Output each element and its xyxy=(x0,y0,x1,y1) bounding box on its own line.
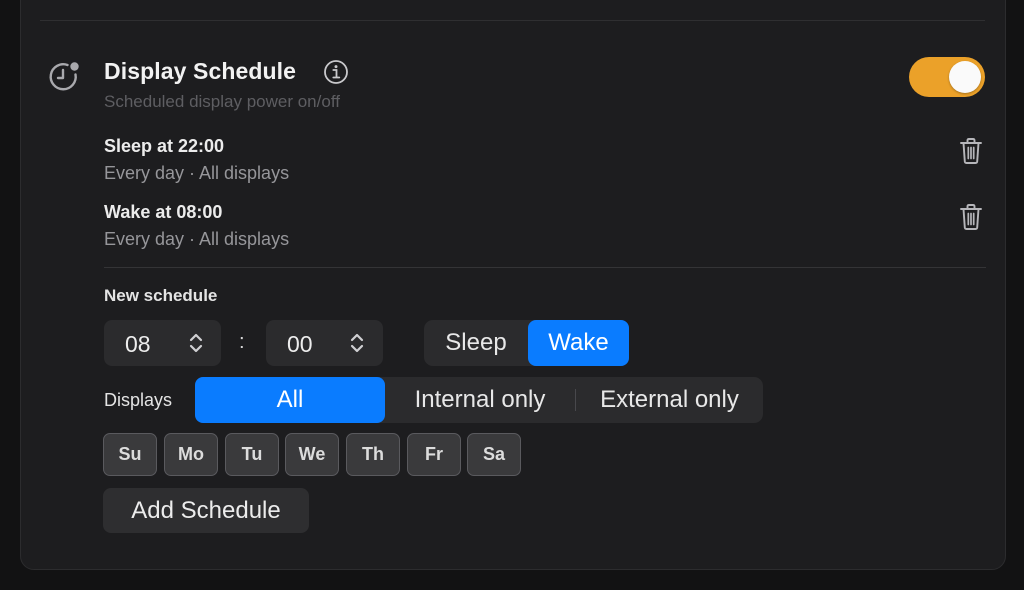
clock-badge-icon xyxy=(49,62,79,91)
trash-icon[interactable] xyxy=(959,137,983,165)
day-toggle-tuesday[interactable]: Tu xyxy=(225,433,279,476)
hour-stepper[interactable]: 08 xyxy=(104,320,221,366)
hour-value: 08 xyxy=(125,331,151,357)
schedule-item-title: Wake at 08:00 xyxy=(104,202,223,222)
section-title: Display Schedule xyxy=(104,58,297,84)
day-toggle-friday[interactable]: Fr xyxy=(407,433,461,476)
action-segmented-control: Sleep Wake xyxy=(424,320,629,366)
chevron-up-down-icon[interactable] xyxy=(349,332,365,354)
chevron-up-down-icon[interactable] xyxy=(188,332,204,354)
schedule-item-details: Every day · All displays xyxy=(104,163,290,183)
schedule-item-details: Every day · All displays xyxy=(104,229,290,249)
day-toggle-wednesday[interactable]: We xyxy=(285,433,339,476)
sleep-option[interactable]: Sleep xyxy=(424,320,528,366)
toggle-knob xyxy=(949,61,981,93)
schedule-enabled-toggle[interactable] xyxy=(909,57,985,97)
wake-option[interactable]: Wake xyxy=(528,320,629,366)
day-toggle-sunday[interactable]: Su xyxy=(103,433,157,476)
displays-segmented-control: All Internal only External only xyxy=(195,377,763,423)
minute-stepper[interactable]: 00 xyxy=(266,320,383,366)
settings-panel xyxy=(20,0,1006,570)
new-schedule-label: New schedule xyxy=(104,286,218,305)
add-schedule-button[interactable]: Add Schedule xyxy=(103,488,309,533)
day-toggle-saturday[interactable]: Sa xyxy=(467,433,521,476)
minute-value: 00 xyxy=(287,331,313,357)
info-circle-icon[interactable] xyxy=(323,59,349,85)
schedule-item-title: Sleep at 22:00 xyxy=(104,136,225,156)
day-toggle-monday[interactable]: Mo xyxy=(164,433,218,476)
day-toggle-thursday[interactable]: Th xyxy=(346,433,400,476)
top-divider xyxy=(40,20,985,21)
time-separator: : xyxy=(239,331,245,353)
trash-icon[interactable] xyxy=(959,203,983,231)
internal-only-option[interactable]: Internal only xyxy=(385,377,575,423)
external-only-option[interactable]: External only xyxy=(576,377,763,423)
section-subtitle: Scheduled display power on/off xyxy=(104,92,340,111)
all-displays-option[interactable]: All xyxy=(195,377,385,423)
divider xyxy=(104,267,986,268)
displays-label: Displays xyxy=(104,390,173,410)
